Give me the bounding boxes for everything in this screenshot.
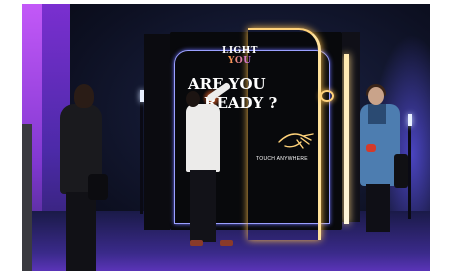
neon-hand-icon xyxy=(278,133,314,149)
visitor-back-legs xyxy=(66,192,96,271)
visitor-back-head xyxy=(74,84,94,108)
red-glove xyxy=(366,144,376,152)
shoe xyxy=(190,240,203,246)
neon-loop xyxy=(320,90,334,102)
person-edge xyxy=(22,124,32,271)
event-photo: LIGHT YOU ARE YOU READY ? TOUCH ANYWHERE xyxy=(22,4,430,271)
woman-bag xyxy=(394,154,408,188)
headline-line-1: ARE YOU xyxy=(188,75,266,93)
touch-anywhere-label: TOUCH ANYWHERE xyxy=(256,156,308,162)
booth-light-strip xyxy=(344,54,349,224)
woman-legs xyxy=(366,184,390,232)
booth-left-panel xyxy=(144,34,170,230)
man-white-shirt-legs xyxy=(190,170,216,242)
logo-you-text: YOU xyxy=(228,56,252,66)
logo-light-text: LIGHT xyxy=(222,46,258,56)
light-pole xyxy=(408,114,411,219)
man-white-shirt-body xyxy=(186,104,220,172)
woman-head xyxy=(368,87,384,105)
shoe xyxy=(220,240,233,246)
visitor-back-bag xyxy=(88,174,108,200)
woman-scarf xyxy=(368,104,386,124)
pole-lamp xyxy=(408,114,412,126)
light-pole xyxy=(140,94,143,214)
man-white-shirt-head xyxy=(186,91,200,107)
